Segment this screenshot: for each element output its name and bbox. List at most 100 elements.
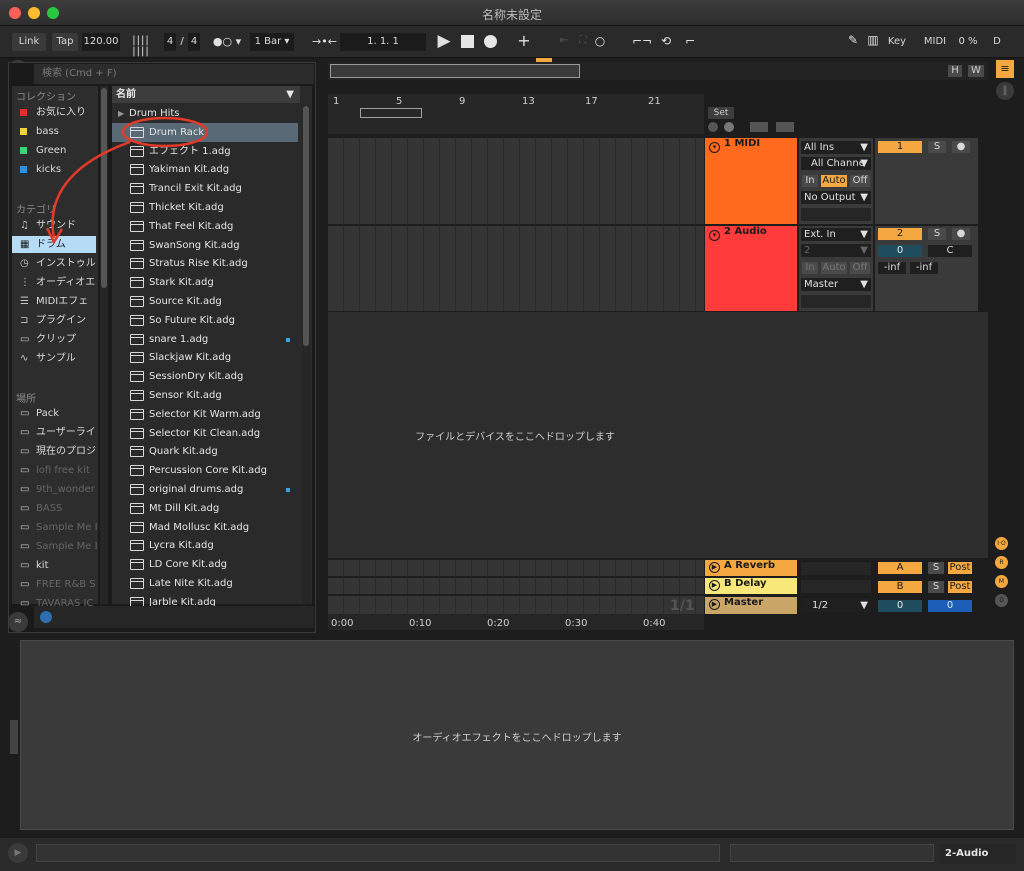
overdub-icon[interactable]: + [516, 31, 532, 50]
tempo-field[interactable]: 120.00 [82, 33, 120, 51]
audio-output-channel[interactable] [801, 295, 871, 308]
track-fold-icon[interactable]: ▾ [709, 142, 720, 153]
return-a-header[interactable]: ▶ A Reverb [705, 560, 797, 576]
file-row[interactable]: Selector Kit Clean.adg [112, 424, 298, 443]
return-a-output[interactable] [801, 562, 871, 575]
return-b-activator[interactable]: B [878, 581, 922, 593]
follow-icon[interactable]: →•← [312, 35, 337, 48]
volume-field-2[interactable]: 0 [878, 245, 922, 257]
arm-button-2[interactable]: ● [952, 228, 970, 240]
preview-icon[interactable] [40, 611, 52, 623]
monitor-off-button[interactable]: Off [850, 175, 870, 187]
place-item[interactable]: ▭ 9th_wonder [12, 481, 98, 498]
return-a-activator[interactable]: A [878, 562, 922, 574]
nav-left-icon[interactable] [708, 122, 718, 132]
file-row[interactable]: Selector Kit Warm.adg [112, 405, 298, 424]
play-icon[interactable]: ▶ [709, 562, 720, 573]
name-column-header[interactable]: 名前 ▼ [112, 86, 300, 103]
return-b-output[interactable] [801, 580, 871, 593]
track-fold-icon[interactable]: ▾ [709, 230, 720, 241]
nudge-icon[interactable]: |||| |||| [124, 35, 158, 57]
audio-output-select[interactable]: Master ▼ [801, 278, 871, 291]
mixer-section-toggle[interactable]: I·O [995, 537, 1008, 550]
monitor-in-button[interactable]: In [802, 262, 818, 274]
signature-denominator[interactable]: 4 [188, 33, 200, 51]
audio-input-select[interactable]: Ext. In ▼ [801, 228, 871, 241]
return-a-solo[interactable]: S [928, 562, 944, 574]
category-item[interactable]: ⋮ オーディオエ [12, 274, 98, 291]
monitor-off-button[interactable]: Off [850, 262, 870, 274]
place-item[interactable]: ▭ lofi free kit [12, 462, 98, 479]
audio-channel-select[interactable]: 2 ▼ [801, 244, 871, 257]
place-item[interactable]: ▭ FREE R&B S [12, 576, 98, 593]
menu-icon[interactable]: ≡ [996, 60, 1014, 78]
category-item[interactable]: ∿ サンプル [12, 350, 98, 367]
file-row[interactable]: Percussion Core Kit.adg [112, 461, 298, 480]
file-row[interactable]: So Future Kit.adg [112, 311, 298, 330]
audio-track-clip-lane[interactable] [328, 226, 704, 311]
loop-brace[interactable] [360, 108, 422, 118]
signature-numerator[interactable]: 4 [164, 33, 176, 51]
file-row[interactable]: Sensor Kit.adg [112, 386, 298, 405]
place-item[interactable]: ▭ Pack [12, 405, 98, 422]
monitor-auto-button[interactable]: Auto [821, 262, 847, 274]
keyboard-icon[interactable]: ▥ [866, 33, 880, 47]
return-b-header[interactable]: ▶ B Delay [705, 578, 797, 594]
file-row[interactable]: Late Nite Kit.adg [112, 574, 298, 593]
lock-icon[interactable] [776, 122, 794, 132]
track-activator-1[interactable]: 1 [878, 141, 922, 153]
file-list-scrollbar[interactable] [302, 104, 310, 604]
category-item[interactable]: ☰ MIDIエフェ [12, 293, 98, 310]
play-icon[interactable]: ▶ [436, 31, 452, 51]
key-map-button[interactable]: Key [884, 33, 910, 51]
mixer-section-toggle[interactable]: M [995, 575, 1008, 588]
master-header[interactable]: ▶ Master [705, 597, 797, 614]
hotswap-button[interactable]: H [948, 65, 962, 77]
category-item[interactable]: ◷ インストゥル [12, 255, 98, 272]
arm-button-1[interactable]: ● [952, 141, 970, 153]
category-item[interactable]: ▭ クリップ [12, 331, 98, 348]
file-row[interactable]: Stark Kit.adg [112, 273, 298, 292]
midi-map-button[interactable]: MIDI [920, 33, 950, 51]
file-row[interactable]: Source Kit.adg [112, 292, 298, 311]
master-quantize-select[interactable]: 1/2 ▼ [801, 599, 871, 612]
return-b-post[interactable]: Post [948, 581, 972, 593]
overview-bar[interactable]: H W [328, 62, 988, 80]
return-b-solo[interactable]: S [928, 581, 944, 593]
view-toggle-icon[interactable]: ‖ [996, 82, 1014, 100]
place-item[interactable]: ▭ Sample Me I [12, 538, 98, 555]
selected-track-label[interactable]: 2-Audio [940, 844, 1016, 864]
file-row[interactable]: LD Core Kit.adg [112, 555, 298, 574]
detail-resize-handle[interactable] [10, 720, 18, 754]
file-row[interactable]: original drums.adg [112, 480, 298, 499]
song-position-field[interactable]: 1. 1. 1 [340, 33, 426, 51]
track-activator-2[interactable]: 2 [878, 228, 922, 240]
master-cue-field[interactable]: 0 [928, 600, 972, 612]
monitor-in-button[interactable]: In [802, 175, 818, 187]
midi-output-select[interactable]: No Output ▼ [801, 191, 871, 204]
overview-window[interactable] [330, 64, 580, 78]
play-icon[interactable]: ▶ [709, 580, 720, 591]
fold-icon[interactable] [750, 122, 768, 132]
place-item[interactable]: ▭ kit [12, 557, 98, 574]
mixer-section-toggle[interactable]: R [995, 556, 1008, 569]
file-row[interactable]: Mt Dill Kit.adg [112, 499, 298, 518]
midi-output-channel[interactable] [801, 208, 871, 221]
file-row[interactable]: snare 1.adg [112, 330, 298, 349]
draw-mode-icon[interactable]: ✎ [846, 33, 860, 47]
file-row[interactable]: Lycra Kit.adg [112, 536, 298, 555]
capture-icon[interactable]: ⛶ [575, 35, 591, 46]
record-icon[interactable] [484, 35, 497, 48]
solo-button-1[interactable]: S [928, 141, 946, 153]
play-icon[interactable]: ▶ [709, 599, 720, 610]
place-item[interactable]: ▭ 現在のプロジ [12, 443, 98, 460]
link-button[interactable]: Link [12, 33, 46, 51]
detail-toggle-icon[interactable]: ▶ [8, 843, 28, 863]
groove-pool-icon[interactable]: ≈ [8, 612, 28, 632]
metronome-icon[interactable]: ●○ ▾ [210, 35, 244, 48]
pan-field-2[interactable]: C [928, 245, 972, 257]
mixer-section-toggle[interactable]: D [995, 594, 1008, 607]
file-row[interactable]: Quark Kit.adg [112, 442, 298, 461]
file-row[interactable]: Slackjaw Kit.adg [112, 348, 298, 367]
nav-right-icon[interactable] [724, 122, 734, 132]
